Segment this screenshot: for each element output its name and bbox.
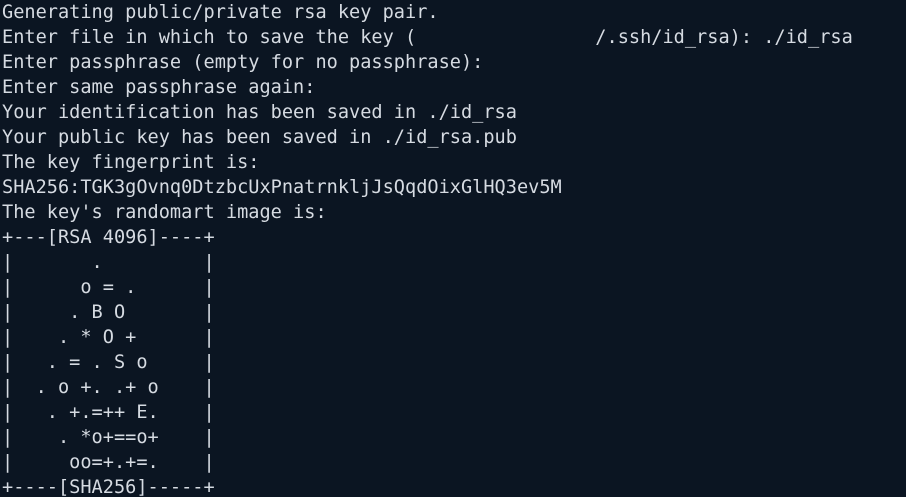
terminal-line-enter-file: Enter file in which to save the key ( /.… (2, 27, 853, 48)
terminal-line-fingerprint: SHA256:TGK3gOvnq0DtzbcUxPnatrnkljJsQqdOi… (2, 177, 562, 198)
terminal-line-identification-saved: Your identification has been saved in ./… (2, 102, 517, 123)
randomart-row: | o = . | (2, 277, 215, 298)
randomart-row: | . o +. .+ o | (2, 377, 215, 398)
randomart-row: | . +.=++ E. | (2, 402, 215, 423)
randomart-row: | . * O + | (2, 327, 215, 348)
randomart-row: | . *o+==o+ | (2, 427, 215, 448)
terminal-line-generating: Generating public/private rsa key pair. (2, 2, 439, 23)
randomart-row: | . = . S o | (2, 352, 215, 373)
randomart-row: | . | (2, 252, 215, 273)
terminal-output: Generating public/private rsa key pair. … (2, 0, 906, 497)
terminal-line-fingerprint-label: The key fingerprint is: (2, 152, 260, 173)
randomart-row: | oo=+.+=. | (2, 452, 215, 473)
randomart-top-border: +---[RSA 4096]----+ (2, 227, 215, 248)
terminal-line-randomart-label: The key's randomart image is: (2, 202, 327, 223)
randomart-bottom-border: +----[SHA256]-----+ (2, 477, 215, 497)
terminal-line-public-key-saved: Your public key has been saved in ./id_r… (2, 127, 517, 148)
terminal-line-enter-passphrase: Enter passphrase (empty for no passphras… (2, 52, 484, 73)
terminal-line-enter-same-passphrase: Enter same passphrase again: (2, 77, 316, 98)
randomart-row: | . B O | (2, 302, 215, 323)
